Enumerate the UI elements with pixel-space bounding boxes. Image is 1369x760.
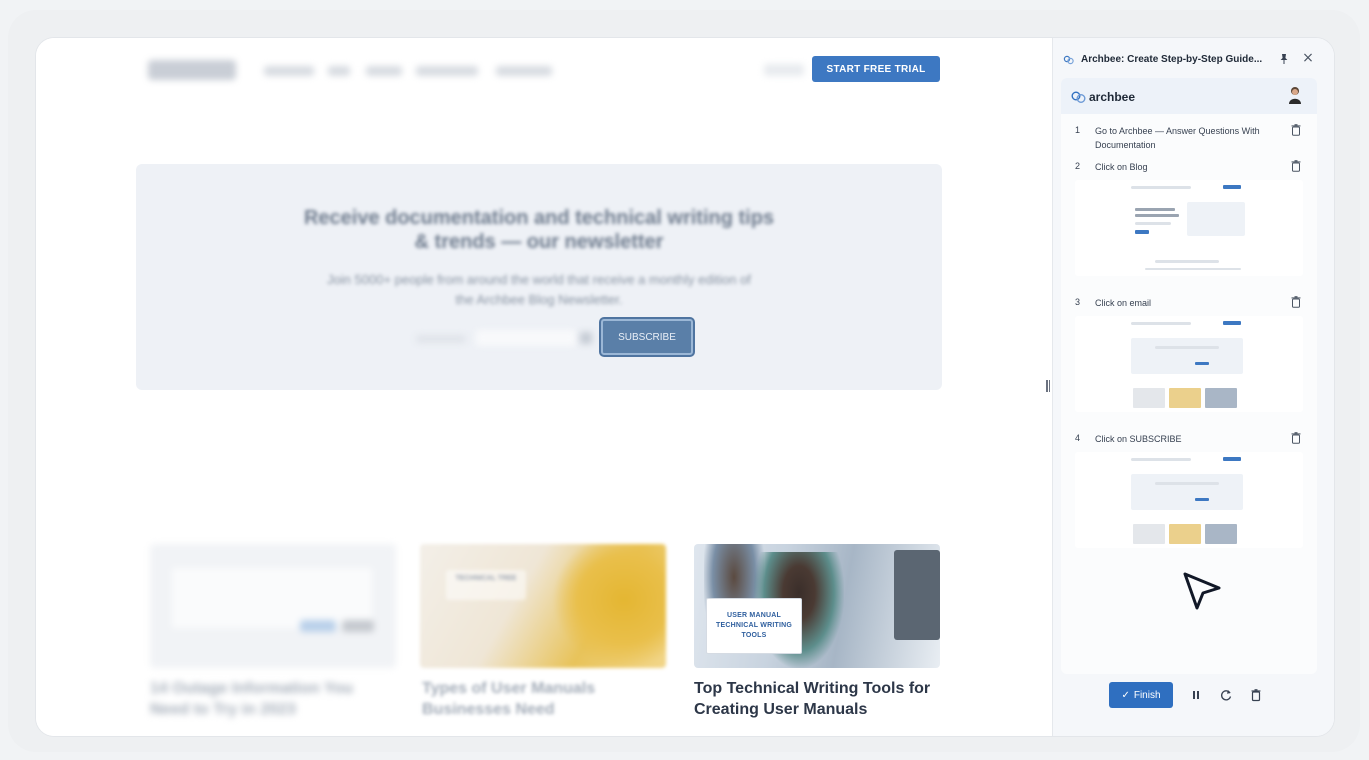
thumb-button — [1135, 230, 1149, 234]
thumb-text — [1155, 482, 1219, 485]
thumb-card — [1169, 388, 1201, 408]
thumb-text — [1155, 346, 1219, 349]
newsletter-subtitle: Join 5000+ people from around the world … — [136, 270, 942, 310]
browser-viewport: START FREE TRIAL Receive documentation a… — [36, 38, 1334, 736]
pin-icon[interactable] — [1277, 52, 1291, 66]
step-number: 2 — [1075, 161, 1081, 171]
step-text: Go to Archbee — Answer Questions With Do… — [1095, 126, 1260, 150]
blog-card-image[interactable]: USER MANUAL TECHNICAL WRITING TOOLS — [694, 544, 940, 668]
site-logo — [148, 60, 236, 80]
step-text: Click on SUBSCRIBE — [1095, 434, 1182, 444]
blog-card-image[interactable]: TECHNICAL TREE — [420, 544, 666, 668]
thumb-text — [1155, 260, 1219, 263]
thumb-card — [1205, 524, 1237, 544]
finish-button[interactable]: ✓ Finish — [1109, 682, 1173, 708]
card-illustration — [172, 568, 372, 628]
monitor-photo — [894, 550, 940, 640]
card-image-tag: USER MANUAL TECHNICAL WRITING TOOLS — [706, 598, 802, 654]
thumb-card — [1205, 388, 1237, 408]
extension-panel: Archbee: Create Step-by-Step Guide... × … — [1052, 38, 1334, 736]
thumb-card — [1133, 388, 1165, 408]
step-screenshot[interactable] — [1075, 180, 1303, 276]
login-link[interactable] — [764, 64, 804, 76]
nav-link[interactable] — [496, 66, 552, 76]
thumb-card — [1169, 524, 1201, 544]
person-photo — [552, 544, 666, 668]
thumb-button — [1195, 362, 1209, 365]
email-label — [416, 335, 466, 343]
pause-icon[interactable] — [1189, 688, 1203, 702]
newsletter-section: Receive documentation and technical writ… — [136, 164, 942, 390]
consent-checkbox[interactable] — [580, 332, 592, 344]
restart-icon[interactable] — [1219, 688, 1233, 702]
thumb-nav — [1131, 186, 1191, 189]
nav-link[interactable] — [264, 66, 314, 76]
thumb-nav — [1131, 458, 1191, 461]
thumb-heading — [1135, 208, 1175, 211]
step-text: Click on Blog — [1095, 162, 1148, 172]
card-illustration-pill — [300, 620, 336, 632]
extension-title: Archbee: Create Step-by-Step Guide... — [1081, 54, 1263, 65]
close-icon[interactable]: × — [1301, 51, 1315, 65]
website-area: START FREE TRIAL Receive documentation a… — [36, 38, 1044, 736]
thumb-button — [1223, 457, 1241, 461]
card-image-tag: TECHNICAL TREE — [446, 570, 526, 600]
trash-icon[interactable] — [1291, 124, 1301, 136]
thumb-illustration — [1187, 202, 1245, 236]
resize-handle[interactable] — [1046, 380, 1050, 392]
blog-card-title[interactable]: Top Technical Writing Tools for Creating… — [694, 678, 934, 720]
blog-card-image[interactable] — [150, 544, 396, 668]
thumb-newsletter — [1131, 338, 1243, 374]
newsletter-subtitle-line1: Join 5000+ people from around the world … — [327, 272, 751, 287]
blog-card-title[interactable]: Types of User Manuals Businesses Need — [422, 678, 662, 720]
trash-icon[interactable] — [1249, 688, 1263, 702]
blog-card-title[interactable]: 14 Outage Information You Need to Try in… — [150, 678, 390, 720]
newsletter-title-line2: & trends — our newsletter — [414, 231, 664, 253]
start-free-trial-button[interactable]: START FREE TRIAL — [812, 56, 940, 82]
avatar[interactable] — [1287, 86, 1303, 104]
step-screenshot[interactable] — [1075, 316, 1303, 412]
thumb-nav — [1131, 322, 1191, 325]
nav-link[interactable] — [416, 66, 478, 76]
thumb-button — [1195, 498, 1209, 501]
thumb-card — [1133, 524, 1165, 544]
newsletter-title-line1: Receive documentation and technical writ… — [303, 207, 775, 229]
newsletter-subtitle-line2: the Archbee Blog Newsletter. — [455, 292, 623, 307]
thumb-logos — [1145, 268, 1241, 270]
nav-link[interactable] — [366, 66, 402, 76]
panel-footer: ✓ Finish — [1053, 678, 1334, 718]
newsletter-title: Receive documentation and technical writ… — [136, 206, 942, 254]
archbee-logo-icon — [1071, 91, 1086, 103]
thumb-heading — [1135, 214, 1179, 217]
thumb-button — [1223, 321, 1241, 325]
cursor-pointer-icon — [1183, 572, 1221, 610]
card-illustration-pill — [342, 620, 374, 632]
step-number: 4 — [1075, 433, 1081, 443]
finish-label: Finish — [1133, 689, 1161, 701]
check-icon: ✓ — [1121, 689, 1130, 701]
thumb-button — [1223, 185, 1241, 189]
email-input[interactable] — [476, 330, 576, 346]
extension-header: Archbee: Create Step-by-Step Guide... × — [1053, 48, 1334, 72]
nav-link[interactable] — [328, 66, 350, 76]
thumb-text — [1135, 222, 1171, 225]
trash-icon[interactable] — [1291, 160, 1301, 172]
archbee-logo-icon — [1063, 55, 1074, 65]
trash-icon[interactable] — [1291, 296, 1301, 308]
brand-bar: archbee — [1061, 78, 1317, 114]
step-number: 3 — [1075, 297, 1081, 307]
step-number: 1 — [1075, 125, 1081, 135]
trash-icon[interactable] — [1291, 432, 1301, 444]
step-screenshot[interactable] — [1075, 452, 1303, 548]
subscribe-button[interactable]: SUBSCRIBE — [601, 319, 693, 355]
step-text: Click on email — [1095, 298, 1152, 308]
thumb-newsletter — [1131, 474, 1243, 510]
guide-panel: archbee 1 Go to Archbee — Answer Questio… — [1061, 78, 1317, 674]
brand-name: archbee — [1089, 90, 1136, 104]
